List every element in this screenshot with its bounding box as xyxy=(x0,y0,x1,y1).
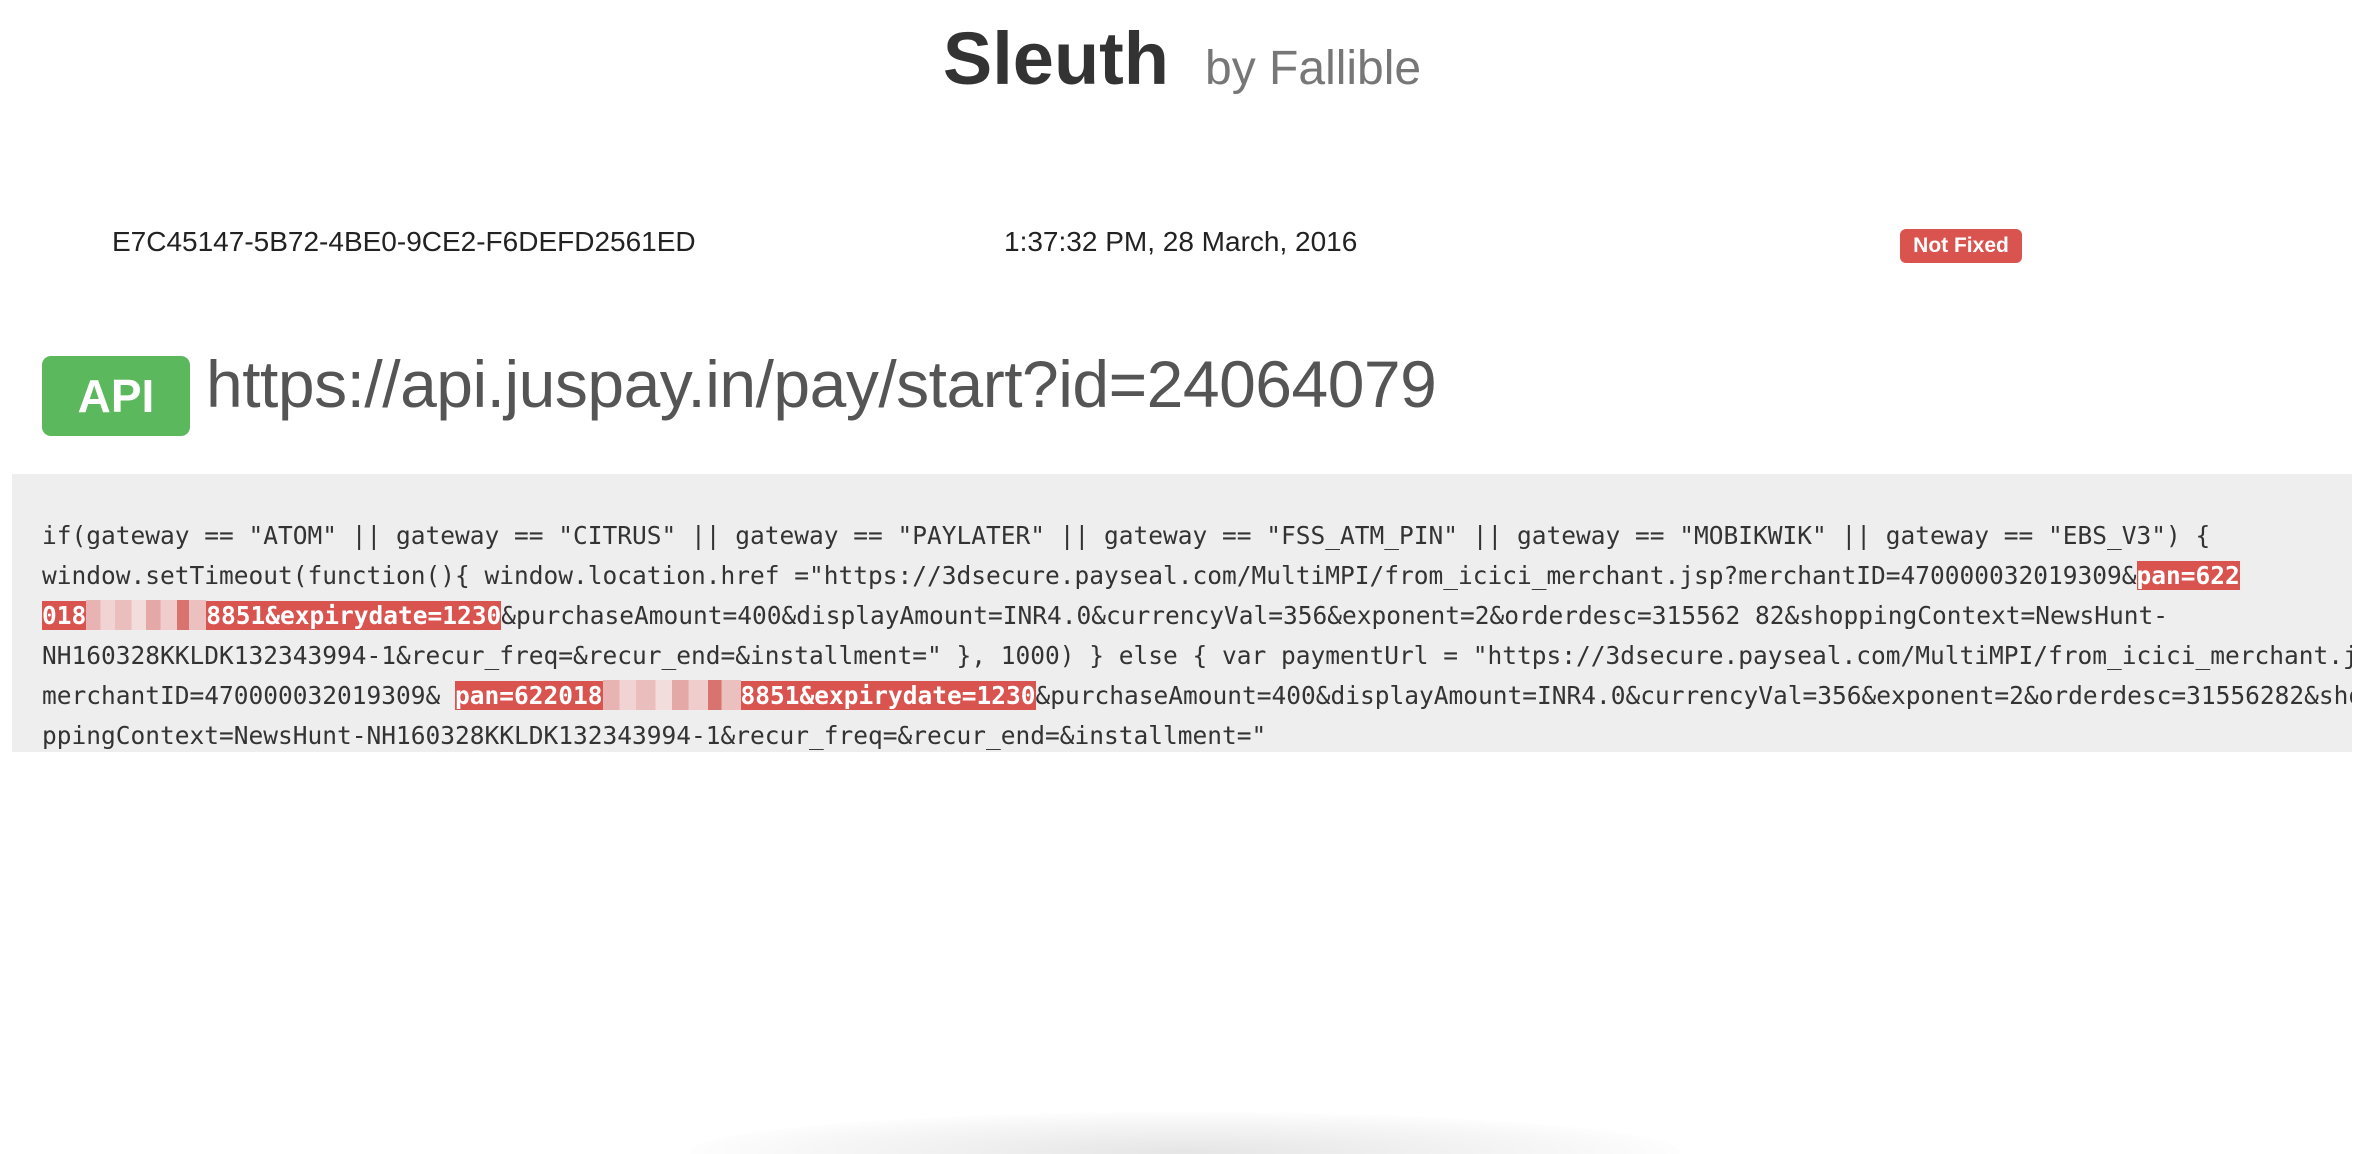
code-line: 018 8851&expirydate=1230&purchaseAmount=4… xyxy=(42,596,2352,636)
report-id: E7C45147-5B72-4BE0-9CE2-F6DEFD2561ED xyxy=(112,226,696,257)
code-snippet: if(gateway == "ATOM" || gateway == "CITR… xyxy=(12,474,2352,752)
redacted-pixelation xyxy=(602,680,741,710)
redacted-pixelation xyxy=(86,600,207,630)
app-title: Sleuth xyxy=(942,17,1170,100)
code-line: window.setTimeout(function(){ window.loc… xyxy=(42,556,2352,596)
code-text: merchantID=470000032019309& xyxy=(42,681,456,710)
code-text: window.setTimeout(function(){ window.loc… xyxy=(42,561,2137,590)
endpoint-type-badge: API xyxy=(42,356,190,436)
bottom-shadow xyxy=(690,1112,1680,1154)
report-timestamp: 1:37:32 PM, 28 March, 2016 xyxy=(1004,226,1358,257)
leaked-data-highlight: 018 xyxy=(42,601,87,630)
status-badge: Not Fixed xyxy=(1900,229,2022,263)
endpoint-url[interactable]: https://api.juspay.in/pay/start?id=24064… xyxy=(206,346,1437,422)
page: Sleuth by Fallible E7C45147-5B72-4BE0-9CE… xyxy=(0,0,2364,1154)
code-text: &purchaseAmount=400&displayAmount=INR4.0… xyxy=(501,601,2169,630)
code-line: if(gateway == "ATOM" || gateway == "CITR… xyxy=(42,521,2211,550)
code-line: NH160328KKLDK132343994-1&recur_freq=&rec… xyxy=(42,641,2352,670)
code-line: ppingContext=NewsHunt-NH160328KKLDK13234… xyxy=(42,721,1267,750)
leaked-data-highlight: 8851&expirydate=1230 xyxy=(206,601,502,630)
leaked-data-highlight: pan=622018 xyxy=(455,681,603,710)
brand-header: Sleuth by Fallible xyxy=(0,16,2364,101)
leaked-data-highlight: 8851&expirydate=1230 xyxy=(740,681,1036,710)
code-text: &purchaseAmount=400&displayAmount=INR4.0… xyxy=(1035,681,2352,710)
leaked-data-highlight: pan=622 xyxy=(2136,561,2240,590)
app-subtitle: by Fallible xyxy=(1205,42,1422,95)
code-line: merchantID=470000032019309& pan=622018 88… xyxy=(42,676,2352,716)
